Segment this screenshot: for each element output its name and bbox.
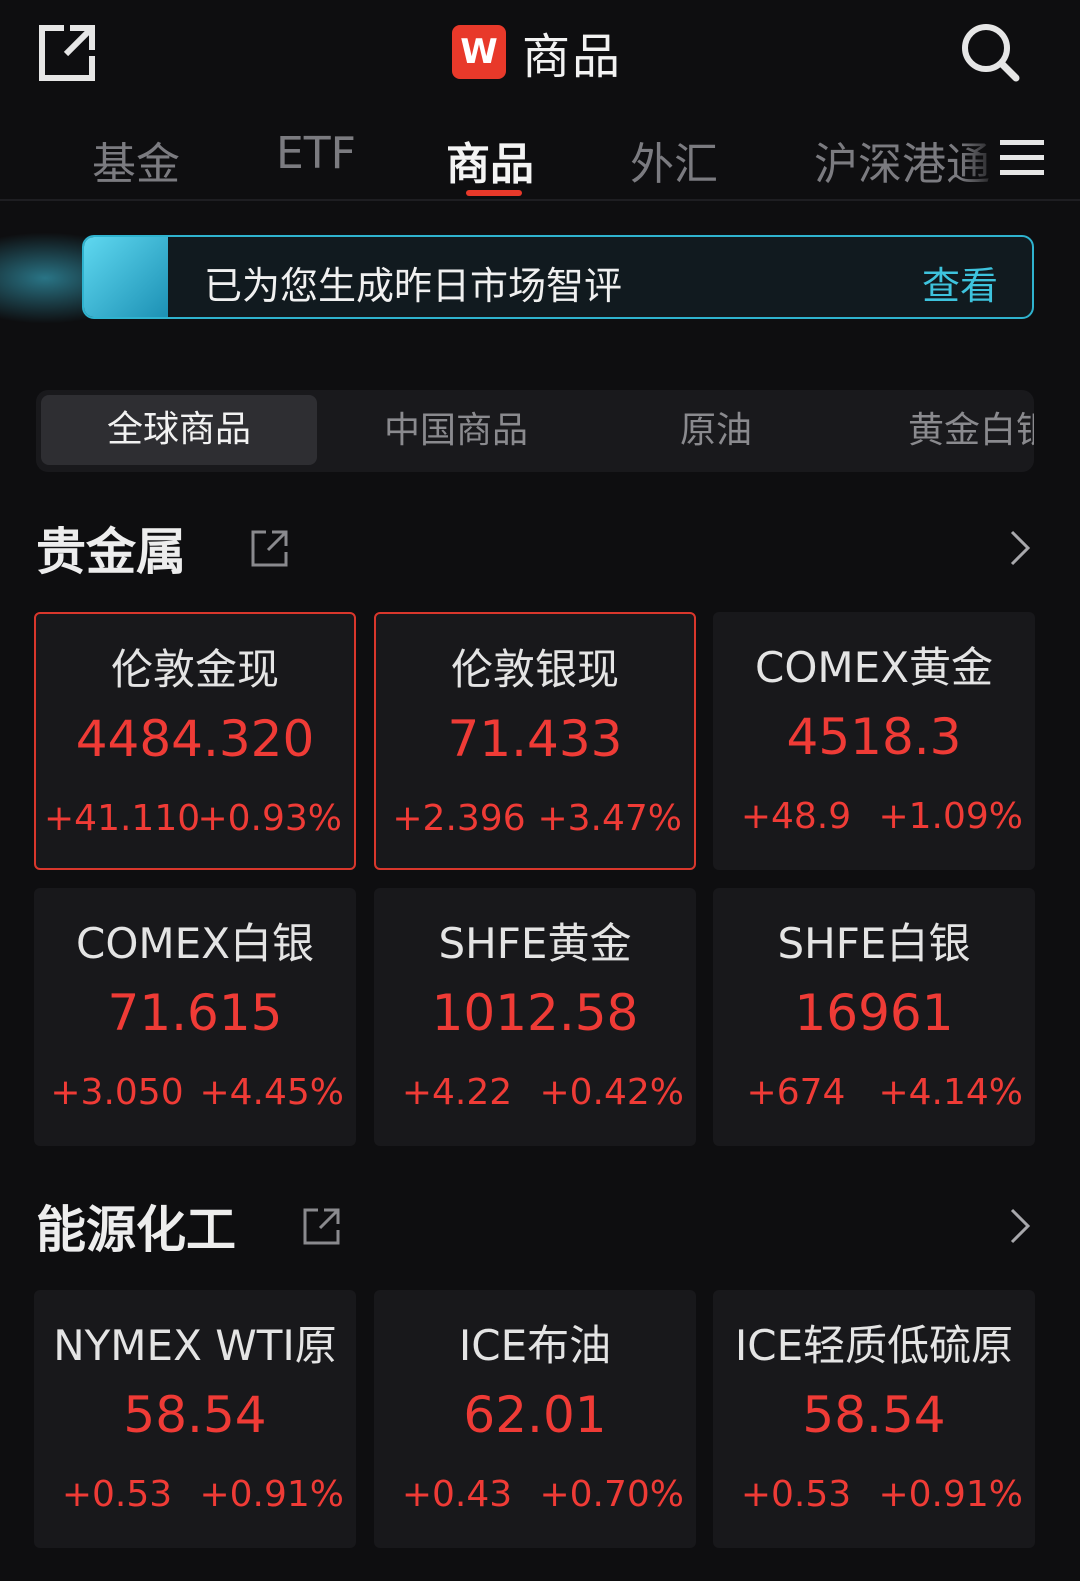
share-icon[interactable] [250, 528, 290, 568]
tab-etf[interactable]: ETF [276, 128, 356, 179]
quote-change: +48.9 [740, 796, 852, 837]
quote-price: 16961 [794, 984, 954, 1042]
tab-fade [960, 118, 1000, 198]
section-title-precious-metals: 贵金属 [36, 523, 186, 581]
share-icon[interactable] [302, 1206, 342, 1246]
quote-change: +0.53 [740, 1474, 852, 1515]
quote-name: SHFE白银 [777, 919, 971, 968]
quote-card-shfe-gold[interactable]: SHFE黄金 1012.58 +4.22 +0.42% [374, 888, 696, 1146]
segment-gold-silver[interactable]: 黄金白银 [908, 390, 1034, 472]
segment-crude[interactable]: 原油 [596, 390, 836, 472]
quote-price: 58.54 [123, 1386, 267, 1444]
quote-name: 伦敦银现 [450, 645, 619, 694]
quote-change: +0.53 [61, 1474, 173, 1515]
segment-global[interactable]: 全球商品 [41, 395, 317, 465]
section-title-energy-chemicals: 能源化工 [36, 1201, 236, 1259]
quote-price: 4484.320 [75, 710, 315, 768]
banner-accent [84, 237, 168, 317]
quote-change-percent: +0.93% [197, 798, 342, 839]
search-icon[interactable] [958, 20, 1022, 84]
quote-card-shfe-silver[interactable]: SHFE白银 16961 +674 +4.14% [713, 888, 1035, 1146]
quote-card-london-silver[interactable]: 伦敦银现 71.433 +2.396 +3.47% [374, 612, 696, 870]
banner-text: 已为您生成昨日市场智评 [204, 264, 623, 308]
quote-change: +0.43 [401, 1474, 513, 1515]
quote-name: 伦敦金现 [110, 645, 279, 694]
quote-change-percent: +4.45% [199, 1072, 344, 1113]
tab-forex[interactable]: 外汇 [630, 128, 718, 192]
active-tab-indicator [466, 190, 522, 196]
top-app-bar: W 商品 [0, 0, 1080, 110]
quote-price: 4518.3 [786, 708, 962, 766]
divider [0, 199, 1080, 201]
quote-price: 71.615 [107, 984, 283, 1042]
quote-change: +2.396 [392, 798, 526, 839]
brand-logo-icon: W [452, 25, 506, 79]
quote-change-percent: +0.42% [539, 1072, 684, 1113]
tab-fund[interactable]: 基金 [92, 128, 180, 192]
quote-change: +3.050 [50, 1072, 184, 1113]
share-icon[interactable] [36, 22, 98, 84]
chevron-right-icon[interactable] [1008, 528, 1032, 568]
tab-commodity[interactable]: 商品 [446, 128, 534, 192]
quote-name: ICE轻质低硫原 [734, 1321, 1014, 1370]
quote-card-ice-light-sweet[interactable]: ICE轻质低硫原 58.54 +0.53 +0.91% [713, 1290, 1035, 1548]
quote-name: ICE布油 [458, 1321, 612, 1370]
commodity-segment: 全球商品 中国商品 原油 黄金白银 [36, 390, 1034, 472]
quote-card-nymex-wti[interactable]: NYMEX WTI原 58.54 +0.53 +0.91% [34, 1290, 356, 1548]
quote-change: +41.110 [44, 798, 201, 839]
menu-icon[interactable] [1000, 138, 1044, 178]
quote-name: NYMEX WTI原 [53, 1321, 337, 1370]
quote-change-percent: +3.47% [537, 798, 682, 839]
quote-change-percent: +0.91% [878, 1474, 1023, 1515]
page-title: 商品 [522, 29, 623, 85]
segment-china[interactable]: 中国商品 [326, 390, 586, 472]
quote-name: COMEX白银 [76, 919, 314, 968]
quote-change-percent: +1.09% [878, 796, 1023, 837]
quote-change-percent: +4.14% [878, 1072, 1023, 1113]
quote-card-london-gold[interactable]: 伦敦金现 4484.320 +41.110 +0.93% [34, 612, 356, 870]
brand: W 商品 [452, 22, 622, 85]
quote-change: +674 [746, 1072, 846, 1113]
quote-name: SHFE黄金 [438, 919, 632, 968]
quote-price: 62.01 [463, 1386, 607, 1444]
quote-change-percent: +0.91% [199, 1474, 344, 1515]
view-button[interactable]: 查看 [922, 255, 998, 310]
quote-price: 1012.58 [431, 984, 639, 1042]
quote-price: 58.54 [802, 1386, 946, 1444]
quote-change: +4.22 [401, 1072, 513, 1113]
quote-card-comex-silver[interactable]: COMEX白银 71.615 +3.050 +4.45% [34, 888, 356, 1146]
quote-name: COMEX黄金 [755, 643, 993, 692]
quote-card-ice-brent[interactable]: ICE布油 62.01 +0.43 +0.70% [374, 1290, 696, 1548]
quote-card-comex-gold[interactable]: COMEX黄金 4518.3 +48.9 +1.09% [713, 612, 1035, 870]
category-tabs: 基金 ETF 商品 外汇 沪深港通 [0, 118, 1080, 198]
quote-change-percent: +0.70% [539, 1474, 684, 1515]
ai-summary-banner[interactable]: 已为您生成昨日市场智评 查看 [82, 235, 1034, 319]
quote-price: 71.433 [447, 710, 623, 768]
chevron-right-icon[interactable] [1008, 1206, 1032, 1246]
